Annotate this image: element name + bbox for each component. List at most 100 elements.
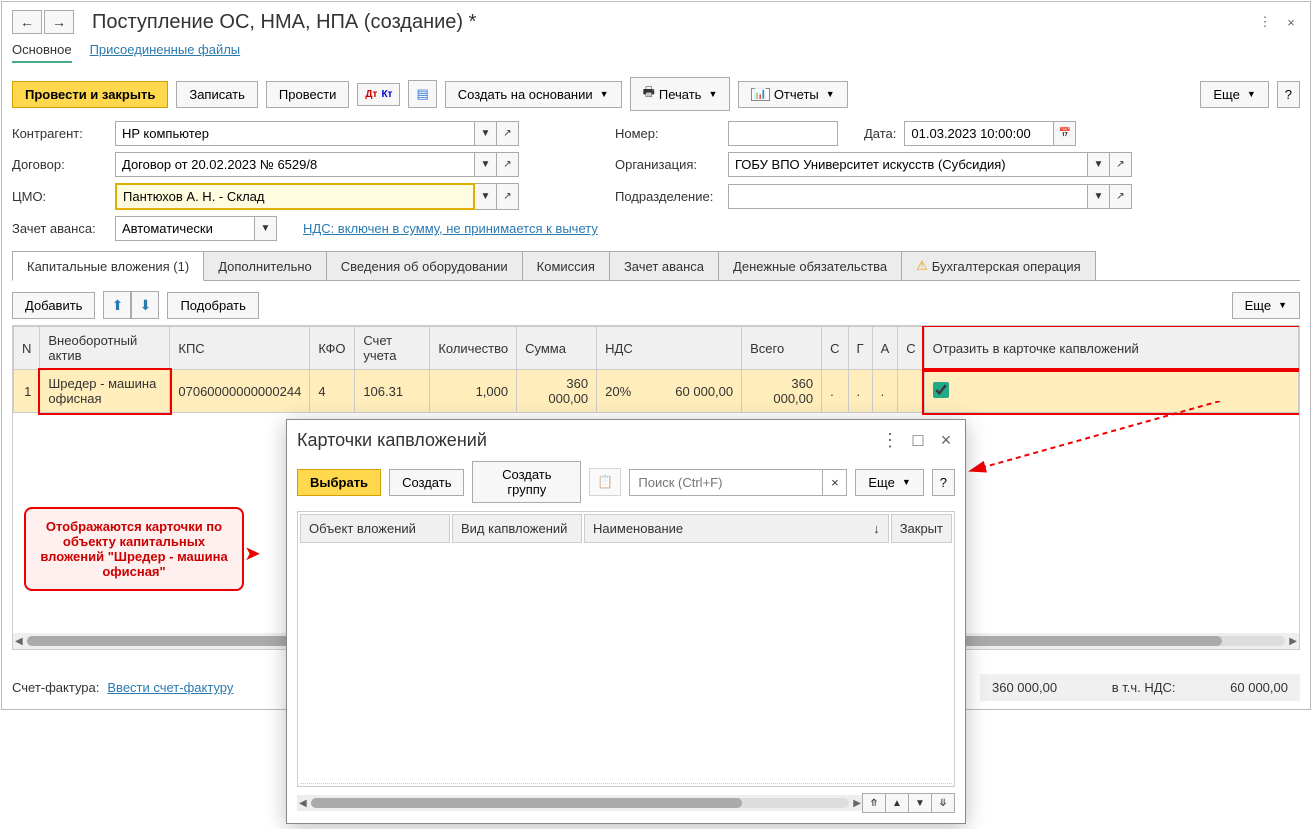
reflect-checkbox[interactable] (933, 382, 949, 398)
popup-col-name[interactable]: Наименование↓ (584, 514, 889, 543)
window-title: Поступление ОС, НМА, НПА (создание) * (92, 11, 476, 34)
popup-menu-icon[interactable]: ⋮ (881, 432, 899, 450)
popup-more-button[interactable]: Еще▼ (855, 469, 923, 496)
dropdown-icon[interactable]: ▼ (475, 183, 497, 210)
create-button[interactable]: Создать (389, 469, 464, 496)
warning-icon: ⚠ (916, 258, 928, 274)
col-g[interactable]: Г (848, 327, 872, 370)
section-tab-main[interactable]: Основное (12, 42, 72, 63)
search-input[interactable] (629, 469, 823, 496)
calendar-icon[interactable]: 📅 (1054, 121, 1076, 146)
callout: Отображаются карточки по объекту капитал… (24, 507, 244, 591)
create-based-button[interactable]: Создать на основании▼ (445, 81, 622, 108)
open-icon[interactable]: ↗ (497, 152, 519, 177)
col-asset[interactable]: Внеоборотный актив (40, 327, 170, 370)
popup-maximize-icon[interactable]: □ (909, 432, 927, 450)
nav-back-button[interactable]: ← (12, 10, 42, 34)
dropdown-icon[interactable]: ▼ (255, 216, 277, 241)
dropdown-icon[interactable]: ▼ (475, 152, 497, 177)
counterparty-input[interactable] (115, 121, 475, 146)
popup-col-type[interactable]: Вид капвложений (452, 514, 582, 543)
advance-input[interactable] (115, 216, 255, 241)
col-nds[interactable]: НДС (597, 327, 742, 370)
close-icon[interactable]: × (1282, 13, 1300, 31)
nav-up-icon[interactable]: ▲ (885, 793, 909, 813)
list-icon[interactable]: ▤ (408, 80, 436, 108)
col-total[interactable]: Всего (742, 327, 822, 370)
col-qty[interactable]: Количество (430, 327, 517, 370)
post-button[interactable]: Провести (266, 81, 350, 108)
more-button[interactable]: Еще▼ (1200, 81, 1268, 108)
number-input[interactable] (728, 121, 838, 146)
add-row-button[interactable]: Добавить (12, 292, 95, 319)
help-button[interactable]: ? (1277, 81, 1300, 108)
date-label: Дата: (864, 126, 896, 141)
contract-label: Договор: (12, 157, 107, 172)
tab-money[interactable]: Денежные обязательства (718, 251, 902, 280)
dept-input[interactable] (728, 184, 1088, 209)
structure-icon[interactable]: 📋 (589, 468, 621, 496)
invoice-link[interactable]: Ввести счет-фактуру (107, 680, 233, 695)
dtkt-icon[interactable]: ДтКт (357, 83, 400, 106)
col-kps[interactable]: КПС (170, 327, 310, 370)
col-kfo[interactable]: КФО (310, 327, 355, 370)
tabs: Капитальные вложения (1) Дополнительно С… (12, 251, 1300, 281)
pick-button[interactable]: Подобрать (167, 292, 258, 319)
report-icon: 📊 (751, 88, 769, 101)
select-button[interactable]: Выбрать (297, 469, 381, 496)
create-group-button[interactable]: Создать группу (472, 461, 581, 503)
dropdown-icon[interactable]: ▼ (475, 121, 497, 146)
open-icon[interactable]: ↗ (1110, 152, 1132, 177)
nav-first-icon[interactable]: ⤊ (862, 793, 886, 813)
table-row[interactable]: 1 Шредер - машина офисная 07060000000000… (14, 370, 1299, 413)
popup-h-scrollbar[interactable]: ◀ ▶ (297, 795, 863, 811)
section-tab-attached[interactable]: Присоединенные файлы (90, 42, 241, 63)
col-c[interactable]: С (822, 327, 848, 370)
org-label: Организация: (615, 157, 720, 172)
tab-additional[interactable]: Дополнительно (203, 251, 327, 280)
popup-col-closed[interactable]: Закрыт (891, 514, 952, 543)
open-icon[interactable]: ↗ (497, 183, 519, 210)
table-more-button[interactable]: Еще▼ (1232, 292, 1300, 319)
nds-link[interactable]: НДС: включен в сумму, не принимается к в… (303, 221, 598, 236)
post-close-button[interactable]: Провести и закрыть (12, 81, 168, 108)
write-button[interactable]: Записать (176, 81, 258, 108)
tab-equipment[interactable]: Сведения об оборудовании (326, 251, 523, 280)
move-down-button[interactable]: ⬇ (131, 291, 159, 319)
printer-icon: 🖶 (643, 83, 655, 105)
col-am[interactable]: А (872, 327, 898, 370)
tab-commission[interactable]: Комиссия (522, 251, 610, 280)
popup-help-button[interactable]: ? (932, 469, 955, 496)
callout-arrow-icon: ➤ (244, 541, 261, 566)
clear-search-icon[interactable]: × (823, 469, 847, 496)
org-input[interactable] (728, 152, 1088, 177)
cmo-input[interactable] (115, 183, 475, 210)
nav-down-icon[interactable]: ▼ (908, 793, 932, 813)
dropdown-icon[interactable]: ▼ (1088, 152, 1110, 177)
tab-accounting[interactable]: ⚠Бухгалтерская операция (901, 251, 1096, 280)
popup-close-icon[interactable]: × (937, 432, 955, 450)
col-account[interactable]: Счет учета (355, 327, 430, 370)
dropdown-icon[interactable]: ▼ (1088, 184, 1110, 209)
menu-icon[interactable]: ⋮ (1256, 13, 1274, 31)
print-button[interactable]: 🖶Печать▼ (630, 77, 731, 111)
popup-table: Объект вложений Вид капвложений Наименов… (297, 511, 955, 787)
footer-nds-label: в т.ч. НДС: (1112, 680, 1176, 695)
popup-col-object[interactable]: Объект вложений (300, 514, 450, 543)
move-up-button[interactable]: ⬆ (103, 291, 131, 319)
col-sum[interactable]: Сумма (517, 327, 597, 370)
nav-forward-button[interactable]: → (44, 10, 74, 34)
cell-reflect[interactable] (924, 370, 1298, 413)
tab-advance[interactable]: Зачет аванса (609, 251, 719, 280)
contract-input[interactable] (115, 152, 475, 177)
col-s2[interactable]: С (898, 327, 924, 370)
tab-capital[interactable]: Капитальные вложения (1) (12, 251, 204, 281)
nav-last-icon[interactable]: ⤋ (931, 793, 955, 813)
cell-asset[interactable]: Шредер - машина офисная (40, 370, 170, 413)
reports-button[interactable]: 📊Отчеты▼ (738, 81, 847, 108)
open-icon[interactable]: ↗ (497, 121, 519, 146)
col-reflect[interactable]: Отразить в карточке капвложений (924, 327, 1298, 370)
date-input[interactable] (904, 121, 1054, 146)
col-n[interactable]: N (14, 327, 40, 370)
open-icon[interactable]: ↗ (1110, 184, 1132, 209)
